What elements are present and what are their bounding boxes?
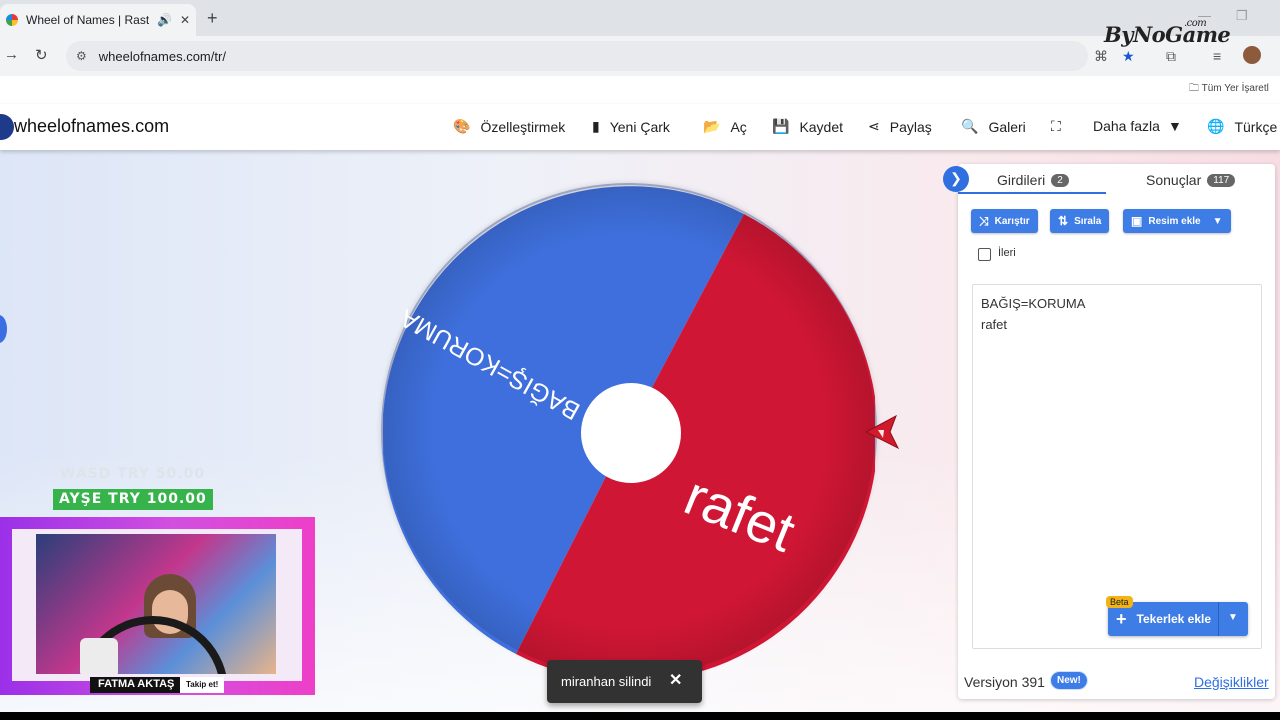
nav-more[interactable]: Daha fazla ▼ — [1093, 118, 1182, 134]
nav-open[interactable]: 📂 Aç — [703, 118, 747, 135]
bookmarks-bar: 🗀 Tüm Yer İşaretl — [0, 76, 1280, 102]
wheel-pointer-icon — [866, 414, 900, 450]
close-tab-icon[interactable]: ✕ — [180, 13, 190, 27]
globe-icon: 🌐 — [1207, 118, 1225, 134]
chevron-right-icon: ❯ — [950, 170, 962, 186]
browser-tab[interactable]: Wheel of Names | Rastgele 🔊 ✕ — [0, 4, 196, 36]
left-panel-toggle[interactable] — [0, 315, 7, 343]
image-icon: ▣ — [1131, 214, 1143, 228]
donation-alert-1: WASD TRY 50.00 — [60, 466, 206, 482]
site-info-icon[interactable]: ⚙ — [76, 49, 87, 63]
favicon-icon — [6, 14, 18, 26]
collapse-panel-button[interactable]: ❯ — [943, 166, 969, 192]
fullscreen-icon: ⛶ — [1051, 118, 1061, 134]
save-icon: 💾 — [772, 118, 790, 134]
changelog-link[interactable]: Değişiklikler — [1194, 674, 1269, 690]
nav-customize[interactable]: 🎨 Özelleştirmek — [453, 118, 565, 135]
palette-icon: 🎨 — [453, 118, 471, 134]
site-logo-text[interactable]: wheelofnames.com — [14, 116, 169, 137]
entries-count-badge: 2 — [1051, 173, 1069, 187]
shuffle-button[interactable]: ⤨ Karıştır — [971, 209, 1038, 233]
plus-icon: + — [1116, 608, 1127, 629]
advanced-checkbox[interactable] — [978, 248, 991, 261]
entry-line: rafet — [981, 317, 1008, 332]
button-divider — [1218, 602, 1219, 636]
profile-avatar[interactable] — [1243, 46, 1261, 64]
panel-tabs: Girdileri 2 Sonuçlar 117 — [958, 164, 1275, 196]
tab-entries[interactable]: Girdileri 2 — [997, 172, 1069, 188]
webcam-overlay: FATMA AKTAŞ Takip et! — [0, 517, 315, 695]
search-icon: 🔍 — [961, 118, 979, 134]
toast-message: miranhan silindi — [561, 674, 652, 689]
new-tab-icon[interactable]: + — [207, 8, 218, 29]
app-window: Wheel of Names | Rastgele 🔊 ✕ + — ❐ → ↻ … — [0, 0, 1280, 712]
webcam-frame — [12, 529, 302, 681]
all-bookmarks[interactable]: 🗀 Tüm Yer İşaretl — [1189, 81, 1269, 98]
tab-results[interactable]: Sonuçlar 117 — [1146, 172, 1236, 188]
sort-icon: ⇅ — [1058, 214, 1069, 228]
watermark-logo: ByNoGame .com — [1104, 18, 1231, 47]
site-logo-icon[interactable] — [0, 114, 14, 140]
new-badge[interactable]: New! — [1051, 672, 1087, 689]
wheel[interactable] — [381, 183, 877, 679]
address-bar[interactable]: ⚙ wheelofnames.com/tr/ — [66, 41, 1088, 71]
active-tab-indicator — [958, 192, 1106, 194]
follow-label: Takip et! — [180, 677, 225, 693]
webcam-video — [36, 534, 276, 674]
toast-notification: miranhan silindi ✕ — [547, 660, 702, 703]
add-image-button[interactable]: ▣ Resim ekle ▼ — [1123, 209, 1231, 233]
nav-save[interactable]: 💾 Kaydet — [772, 118, 843, 135]
restore-icon[interactable]: ❐ — [1236, 8, 1248, 24]
wheel-center[interactable] — [581, 383, 681, 483]
bookmark-star-icon[interactable]: ★ — [1122, 48, 1135, 65]
extensions-icon[interactable]: ⧉ — [1166, 48, 1176, 65]
caret-down-icon: ▼ — [1167, 118, 1182, 134]
sort-button[interactable]: ⇅ Sırala — [1050, 209, 1110, 233]
nav-gallery[interactable]: 🔍 Galeri — [961, 118, 1026, 135]
donation-alert-2: AYŞE TRY 100.00 — [53, 489, 213, 510]
forward-icon[interactable]: → — [4, 46, 19, 63]
results-count-badge: 117 — [1207, 173, 1236, 187]
version-label: Versiyon 391 — [964, 674, 1045, 690]
site-header: wheelofnames.com 🎨 Özelleştirmek ▮ Yeni Ça… — [0, 104, 1280, 150]
nav-share[interactable]: ⋖ Paylaş — [868, 118, 932, 135]
browser-toolbar: → ↻ ⚙ wheelofnames.com/tr/ ⌘ ★ ⧉ ≡ — [0, 36, 1280, 76]
entries-panel: Girdileri 2 Sonuçlar 117 ⤨ Karıştır ⇅ Sırala… — [958, 164, 1275, 699]
translate-icon[interactable]: ⌘ — [1094, 48, 1108, 65]
streamer-name: FATMA AKTAŞ — [90, 677, 183, 693]
nav-fullscreen[interactable]: ⛶ — [1051, 118, 1071, 135]
browser-tab-bar: Wheel of Names | Rastgele 🔊 ✕ + — ❐ — [0, 0, 1280, 36]
beta-badge: Beta — [1106, 596, 1133, 608]
audio-icon[interactable]: 🔊 — [157, 13, 172, 27]
nav-language[interactable]: 🌐 Türkçe — [1207, 118, 1277, 135]
nav-new-wheel[interactable]: ▮ Yeni Çark — [592, 118, 670, 135]
folder-open-icon: 📂 — [703, 118, 721, 134]
add-wheel-dropdown-icon[interactable]: ▼ — [1228, 612, 1238, 623]
file-icon: ▮ — [592, 118, 600, 134]
entry-line: BAĞIŞ=KORUMA — [981, 296, 1086, 311]
reload-icon[interactable]: ↻ — [35, 46, 48, 64]
entries-textarea[interactable]: BAĞIŞ=KORUMA rafet — [972, 284, 1262, 649]
shuffle-icon: ⤨ — [979, 213, 989, 228]
media-control-icon[interactable]: ≡ — [1213, 48, 1221, 64]
advanced-label: İleri — [998, 247, 1016, 259]
caret-down-icon: ▼ — [1212, 215, 1223, 227]
tab-title: Wheel of Names | Rastgele — [26, 13, 149, 27]
phone — [80, 638, 118, 674]
url-text: wheelofnames.com/tr/ — [98, 48, 226, 64]
toast-close-icon[interactable]: ✕ — [669, 670, 682, 690]
share-icon: ⋖ — [868, 118, 880, 134]
